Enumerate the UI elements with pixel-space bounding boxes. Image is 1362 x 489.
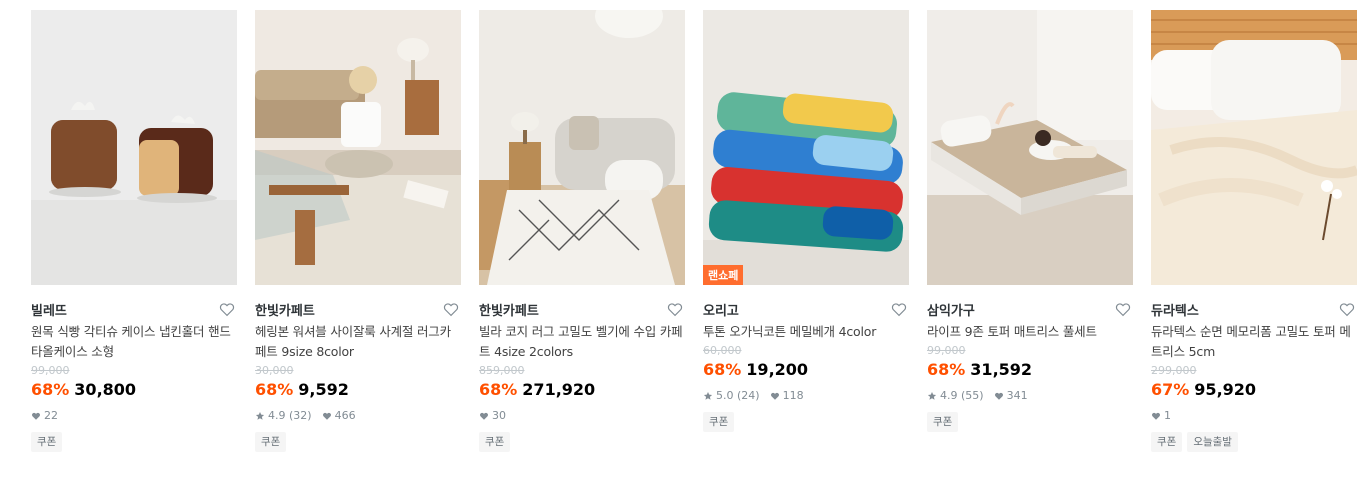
sale-price: 95,920 [1194,380,1257,399]
review-count: (32) [289,409,312,422]
original-price: 99,000 [927,344,966,357]
product-image[interactable]: 랜쇼페 [703,10,909,285]
coupon-tag: 쿠폰 [927,412,959,432]
product-stats: 22 [31,409,237,423]
discount-rate: 68% [927,360,966,379]
product-title[interactable]: 듀라텍스 순면 메모리폼 고밀도 토퍼 메트리스 5cm [1151,322,1357,362]
product-title[interactable]: 원목 식빵 각티슈 케이스 냅킨홀더 핸드타올케이스 소형 [31,322,237,362]
rating-value: 4.9 [268,409,286,422]
ad-badge: 랜쇼페 [703,265,744,285]
coupon-tag: 쿠폰 [1151,432,1183,452]
heart-filled-icon [770,391,780,401]
sale-price: 19,200 [746,360,809,379]
sale-price: 9,592 [298,380,349,399]
discount-rate: 68% [703,360,742,379]
like-count: 466 [334,409,356,422]
like-count: 22 [44,409,58,422]
product-brand[interactable]: 오리고 [703,304,739,319]
tag-list: 쿠폰 오늘출발 [1151,432,1357,452]
original-price: 859,000 [479,364,525,377]
tag-list: 쿠폰 [703,412,909,432]
product-card[interactable]: 듀라텍스 듀라텍스 순면 메모리폼 고밀도 토퍼 메트리스 5cm 299,00… [1151,10,1357,452]
product-stats: 4.9 (32) 466 [255,409,461,423]
product-title[interactable]: 라이프 9존 토퍼 매트리스 풀세트 [927,322,1133,342]
product-brand[interactable]: 한빛카페트 [479,304,539,319]
rating-value: 5.0 [716,389,734,402]
review-count: (24) [737,389,760,402]
original-price: 30,000 [255,364,294,377]
tag-list: 쿠폰 [479,432,685,452]
star-icon [703,391,713,401]
product-stats: 5.0 (24) 118 [703,389,909,403]
product-brand[interactable]: 빌레뜨 [31,304,67,319]
sale-price: 31,592 [970,360,1033,379]
product-image[interactable] [31,10,237,285]
rug-sofa-image [479,10,685,285]
heart-outline-icon[interactable] [442,300,460,318]
product-card[interactable]: 랜쇼페 오리고 투톤 오가닉코튼 메밀베개 4color 60,000 68% 1… [703,10,909,432]
coupon-tag: 쿠폰 [255,432,287,452]
like-count: 30 [492,409,506,422]
review-count: (55) [961,389,984,402]
discount-rate: 68% [255,380,294,399]
ships-today-tag: 오늘출발 [1187,432,1238,452]
product-grid: 빌레뜨 원목 식빵 각티슈 케이스 냅킨홀더 핸드타올케이스 소형 99,000… [0,0,1362,489]
product-brand[interactable]: 듀라텍스 [1151,304,1199,319]
discount-rate: 67% [1151,380,1190,399]
rug-living-room-image [255,10,461,285]
discount-rate: 68% [31,380,70,399]
tissue-box-image [31,10,237,285]
heart-outline-icon[interactable] [666,300,684,318]
rating-value: 4.9 [940,389,958,402]
heart-filled-icon [1151,411,1161,421]
product-brand[interactable]: 한빛카페트 [255,304,315,319]
topper-bedroom-image [927,10,1133,285]
heart-filled-icon [479,411,489,421]
heart-filled-icon [322,411,332,421]
like-count: 341 [1006,389,1028,402]
like-count: 118 [782,389,804,402]
heart-outline-icon[interactable] [1114,300,1132,318]
product-title[interactable]: 빌라 코지 러그 고밀도 벨기에 수입 카페트 4size 2colors [479,322,685,362]
star-icon [927,391,937,401]
like-count: 1 [1164,409,1171,422]
product-card[interactable]: 삼익가구 라이프 9존 토퍼 매트리스 풀세트 99,000 68% 31,592… [927,10,1133,432]
heart-outline-icon[interactable] [1338,300,1356,318]
product-card[interactable]: 빌레뜨 원목 식빵 각티슈 케이스 냅킨홀더 핸드타올케이스 소형 99,000… [31,10,237,452]
original-price: 60,000 [703,344,742,357]
sale-price: 30,800 [74,380,137,399]
original-price: 299,000 [1151,364,1197,377]
heart-outline-icon[interactable] [890,300,908,318]
coupon-tag: 쿠폰 [479,432,511,452]
product-image[interactable] [255,10,461,285]
product-stats: 1 [1151,409,1357,423]
memory-foam-topper-image [1151,10,1357,285]
sale-price: 271,920 [522,380,596,399]
discount-rate: 68% [479,380,518,399]
product-title[interactable]: 투톤 오가닉코튼 메밀베개 4color [703,322,909,342]
product-stats: 30 [479,409,685,423]
original-price: 99,000 [31,364,70,377]
tag-list: 쿠폰 [255,432,461,452]
product-image[interactable] [1151,10,1357,285]
product-image[interactable] [479,10,685,285]
product-image[interactable] [927,10,1133,285]
tag-list: 쿠폰 [927,412,1133,432]
heart-filled-icon [994,391,1004,401]
heart-filled-icon [31,411,41,421]
star-icon [255,411,265,421]
product-title[interactable]: 헤링본 워셔블 사이잘룩 사계절 러그카페트 9size 8color [255,322,461,362]
tag-list: 쿠폰 [31,432,237,452]
product-brand[interactable]: 삼익가구 [927,304,975,319]
coupon-tag: 쿠폰 [31,432,63,452]
product-card[interactable]: 한빛카페트 헤링본 워셔블 사이잘룩 사계절 러그카페트 9size 8colo… [255,10,461,452]
pillow-stack-image [703,10,909,285]
heart-outline-icon[interactable] [218,300,236,318]
product-stats: 4.9 (55) 341 [927,389,1133,403]
product-card[interactable]: 한빛카페트 빌라 코지 러그 고밀도 벨기에 수입 카페트 4size 2col… [479,10,685,452]
coupon-tag: 쿠폰 [703,412,735,432]
